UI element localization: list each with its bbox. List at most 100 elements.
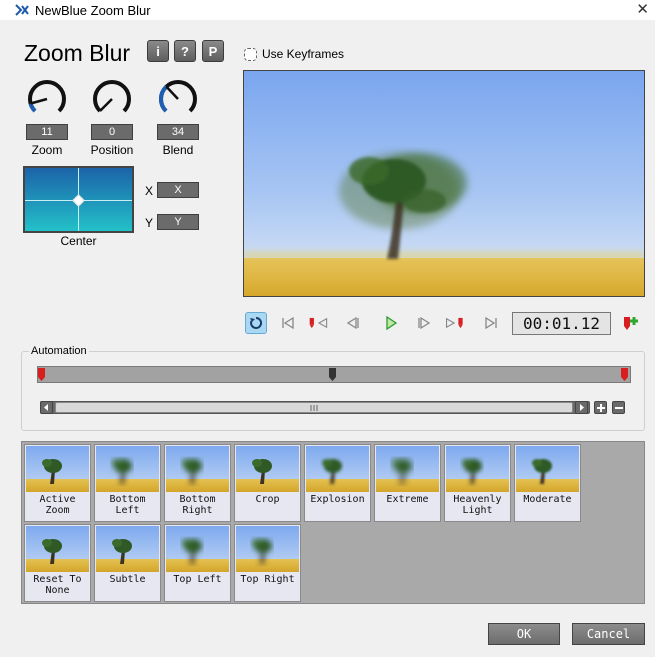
app-logo-icon [15,4,29,16]
next-keyframe-icon [445,317,463,329]
end-keyframe-marker[interactable] [621,366,629,382]
thumbnail-tree [112,539,132,564]
step-back-button[interactable] [342,313,364,333]
preset-thumbnail [26,446,89,492]
step-forward-button[interactable] [413,313,435,333]
next-keyframe-button[interactable] [444,313,466,333]
zoom-in-timeline-button[interactable] [594,401,607,414]
add-keyframe-button[interactable] [622,314,640,332]
keyframes-checkbox[interactable] [244,47,257,61]
scroll-left-button[interactable] [40,401,53,414]
timeline-scroll-thumb[interactable] [55,402,573,413]
ok-button[interactable]: OK [488,623,560,645]
knob-dial [159,80,197,113]
knob-needle [99,98,113,112]
thumbnail-tree [182,459,202,484]
zoom-value[interactable]: 11 [26,124,68,140]
skip-end-icon [485,316,497,330]
zoom-out-timeline-button[interactable] [612,401,625,414]
play-icon [386,315,398,331]
preset-label: Subtle [109,574,146,585]
add-keyframe-icon [624,317,638,330]
center-handle[interactable] [72,194,85,207]
position-knob[interactable] [90,77,134,121]
x-label: X [145,184,154,198]
info-button[interactable]: i [147,40,169,62]
loop-button[interactable] [245,312,267,334]
thumbnail-tree [42,459,62,484]
knob-track [93,80,131,113]
plus-icon [596,403,605,412]
thumbnail-tree [392,459,412,484]
preset-thumbnail [96,526,159,572]
knob-track [28,80,66,113]
step-forward-icon [418,316,431,330]
preset-label: Bottom Left [109,494,146,516]
thumbnail-tree [252,459,272,484]
window-title: NewBlue Zoom Blur [35,2,151,18]
preset-label: Active Zoom [39,494,76,516]
preset-thumbnail [26,526,89,572]
blend-label: Blend [162,143,194,157]
preset-thumbnail [376,446,439,492]
preset-label: Explosion [310,494,365,505]
preset-thumbnail [236,526,299,572]
preset-tile[interactable]: Top Left [164,524,231,602]
preset-thumbnail [236,446,299,492]
preset-tile[interactable]: Extreme [374,444,441,522]
help-button[interactable]: ? [174,40,196,62]
preset-label: Moderate [523,494,572,505]
center-pad[interactable] [23,166,134,233]
presets-p-button[interactable]: P [202,40,224,62]
preset-tile[interactable]: Explosion [304,444,371,522]
close-icon[interactable]: ✕ [636,1,649,19]
preset-tile[interactable]: Bottom Left [94,444,161,522]
preset-thumbnail [166,446,229,492]
blend-value[interactable]: 34 [157,124,199,140]
position-value[interactable]: 0 [91,124,133,140]
x-value[interactable]: X [157,182,199,198]
blend-knob[interactable] [156,77,200,121]
automation-label: Automation [29,345,89,357]
use-keyframes-toggle[interactable]: Use Keyframes [244,47,344,61]
effect-title: Zoom Blur [24,40,131,66]
go-to-end-button[interactable] [480,313,502,333]
knob-dial [93,80,131,113]
preset-thumbnail [306,446,369,492]
prev-keyframe-button[interactable] [308,313,330,333]
prev-keyframe-icon [309,317,328,329]
zoom-label: Zoom [31,143,63,157]
knob-needle [165,85,179,100]
thumbnail-tree [462,459,482,484]
scroll-right-button[interactable] [575,401,588,414]
knob-dial [28,80,66,113]
start-keyframe-marker[interactable] [38,366,46,382]
playhead-marker[interactable] [329,366,337,382]
title-bar: NewBlue Zoom Blur ✕ [0,0,655,20]
preset-tile[interactable]: Crop [234,444,301,522]
knob-needle [30,97,48,105]
thumbnail-tree [42,539,62,564]
preset-tile[interactable]: Heavenly Light [444,444,511,522]
knob-fill [28,102,37,113]
scroll-left-icon [44,404,48,411]
preset-tile[interactable]: Bottom Right [164,444,231,522]
preset-tile[interactable]: Top Right [234,524,301,602]
preset-tile[interactable]: Subtle [94,524,161,602]
scroll-right-icon [580,404,584,411]
preset-label: Bottom Right [179,494,216,516]
preset-thumbnail [96,446,159,492]
play-button[interactable] [380,313,402,333]
preset-tile[interactable]: Active Zoom [24,444,91,522]
thumbnail-tree [532,459,552,484]
preset-thumbnail [516,446,579,492]
go-to-start-button[interactable] [277,313,299,333]
thumbnail-tree [182,539,202,564]
preset-gallery: Active Zoom Bottom Left Bottom Right Crop Ex… [21,441,645,604]
y-value[interactable]: Y [157,214,199,230]
preset-tile[interactable]: Moderate [514,444,581,522]
cancel-button[interactable]: Cancel [572,623,645,645]
zoom-knob[interactable] [25,77,69,121]
timecode-display: 00:01.12 [512,312,611,335]
preset-tile[interactable]: Reset To None [24,524,91,602]
